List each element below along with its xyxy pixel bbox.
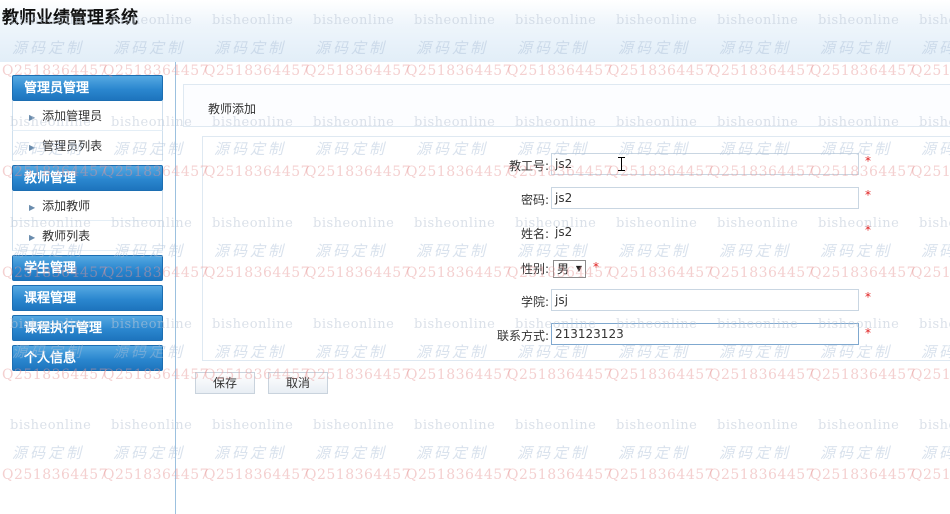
page-title: 教师添加 [208,102,257,116]
watermark-text: Q2518364457 [608,63,715,79]
name-input[interactable]: js2 [551,221,859,243]
menu-group-course: 课程管理 [12,285,163,311]
password-input[interactable]: js2 [551,187,859,209]
triangle-right-icon: ▶ [29,203,36,212]
college-input[interactable]: jsj [551,289,859,311]
gender-selected-value: 男 [557,262,570,276]
row-password: 密码: [203,187,549,211]
triangle-right-icon: ▶ [29,233,36,242]
row-staff-id: 教工号: [203,153,549,177]
header-bar: 教师业绩管理系统 [0,0,950,62]
menu-head-course-exec[interactable]: 课程执行管理 [12,315,163,341]
menu-item-teacher-list[interactable]: ▶ 教师列表 [12,221,163,251]
menu-head-teacher[interactable]: 教师管理 [12,165,163,191]
staff-id-label: 教工号: [508,159,549,173]
required-mark: * [865,188,871,202]
panel-header: 教师添加 [183,84,950,127]
gender-label: 性别: [520,262,549,276]
row-college: 学院: [203,289,549,313]
watermark-text: Q2518364457 [709,63,816,79]
cancel-button[interactable]: 取消 [268,372,328,394]
row-name: 姓名: [203,221,549,245]
contact-input[interactable]: 213123123 [551,323,859,345]
triangle-right-icon: ▶ [29,143,36,152]
watermark-text: Q2518364457 [204,63,311,79]
save-button[interactable]: 保存 [195,372,255,394]
text-cursor-icon [618,157,627,171]
gender-select[interactable]: 男 ▼ [553,260,586,278]
menu-head-profile[interactable]: 个人信息 [12,345,163,371]
menu-item-add-admin[interactable]: ▶ 添加管理员 [12,101,163,131]
app-title: 教师业绩管理系统 [2,8,138,28]
sidebar: 管理员管理 ▶ 添加管理员 ▶ 管理员列表 教师管理 ▶ 添加教师 ▶ 教师列表 学生管… [0,62,176,514]
menu-item-label: 添加教师 [42,199,91,213]
required-mark: * [865,290,871,304]
name-label: 姓名: [520,227,549,241]
menu-head-student[interactable]: 学生管理 [12,255,163,281]
menu-group-teacher: 教师管理 ▶ 添加教师 ▶ 教师列表 [12,165,163,251]
menu-group-course-exec: 课程执行管理 [12,315,163,341]
menu-item-admin-list[interactable]: ▶ 管理员列表 [12,131,163,161]
menu-item-label: 教师列表 [42,229,91,243]
row-contact: 联系方式: [203,323,549,347]
main-content: 教师添加 教工号: js2 * 密码: js2 * 姓名: js2 * 性别: … [183,84,950,514]
required-mark: * [865,154,871,168]
college-label: 学院: [520,295,549,309]
password-label: 密码: [520,193,549,207]
menu-item-label: 管理员列表 [42,139,103,153]
watermark-text: Q2518364457 [507,63,614,79]
menu-head-admin[interactable]: 管理员管理 [12,75,163,101]
caret-down-icon: ▼ [575,264,582,273]
menu-group-student: 学生管理 [12,255,163,281]
menu-item-add-teacher[interactable]: ▶ 添加教师 [12,191,163,221]
menu-item-label: 添加管理员 [42,109,103,123]
watermark-text: Q2518364457 [305,63,412,79]
menu-head-course[interactable]: 课程管理 [12,285,163,311]
teacher-form: 教工号: js2 * 密码: js2 * 姓名: js2 * 性别: 男 ▼ *… [202,136,950,361]
watermark-text: Q2518364457 [810,63,917,79]
watermark-text: Q2518364457 [406,63,513,79]
required-mark: * [865,326,871,340]
triangle-right-icon: ▶ [29,113,36,122]
required-mark: * [593,260,599,274]
menu-group-profile: 个人信息 [12,345,163,371]
contact-label: 联系方式: [496,329,549,343]
watermark-text: Q2518364457 [911,63,950,79]
required-mark: * [865,223,871,237]
menu-group-admin: 管理员管理 ▶ 添加管理员 ▶ 管理员列表 [12,75,163,161]
staff-id-input[interactable]: js2 [551,153,859,175]
row-gender: 性别: [203,256,549,280]
